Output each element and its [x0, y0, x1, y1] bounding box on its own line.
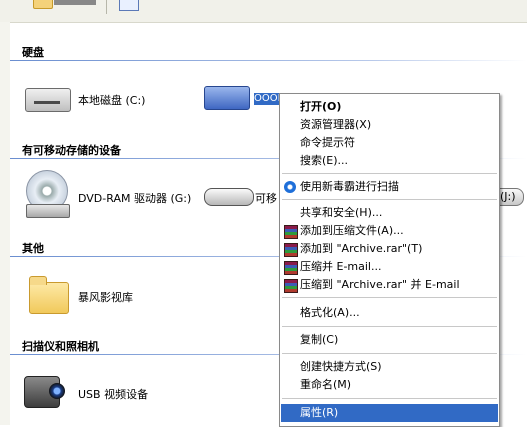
menu-separator [282, 353, 497, 354]
menu-item-label: 格式化(A)... [300, 306, 360, 319]
menu-separator [282, 173, 497, 174]
menu-item-label: 资源管理器(X) [300, 118, 372, 131]
dvd-drive-icon [26, 204, 70, 218]
menu-item-label: 共享和安全(H)... [300, 206, 383, 219]
group-hard-disks: 硬盘 [22, 46, 44, 59]
menu-item-search[interactable]: 搜索(E)... [281, 152, 498, 170]
group-divider [10, 60, 527, 61]
group-scanners: 扫描仪和照相机 [22, 340, 99, 353]
menu-item-label: 命令提示符 [300, 136, 355, 149]
menu-item-explorer[interactable]: 资源管理器(X) [281, 116, 498, 134]
menu-item-label: 添加到 "Archive.rar"(T) [300, 242, 423, 255]
menu-item-add-archive-rar[interactable]: 添加到 "Archive.rar"(T) [281, 240, 498, 258]
group-removable: 有可移动存储的设备 [22, 144, 121, 157]
menu-item-label: 使用新毒霸进行扫描 [300, 180, 399, 193]
menu-item-label: 重命名(M) [300, 378, 352, 391]
menu-item-create-shortcut[interactable]: 创建快捷方式(S) [281, 358, 498, 376]
toolbar-separator [106, 0, 107, 14]
menu-item-cmd[interactable]: 命令提示符 [281, 134, 498, 152]
winrar-icon [284, 243, 298, 257]
drive-label: 可移 [255, 192, 277, 205]
menu-item-label: 搜索(E)... [300, 154, 349, 167]
menu-item-label: 添加到压缩文件(A)... [300, 224, 404, 237]
drive-label: 本地磁盘 (C:) [78, 94, 146, 107]
scan-icon [284, 181, 296, 193]
menu-item-format[interactable]: 格式化(A)... [281, 304, 498, 322]
menu-item-open[interactable]: 打开(O) [281, 98, 498, 116]
webcam-icon[interactable] [24, 376, 65, 408]
menu-item-compress-rar-email[interactable]: 压缩到 "Archive.rar" 并 E-mail [281, 276, 498, 294]
context-menu: 打开(O) 资源管理器(X) 命令提示符 搜索(E)... 使用新毒霸进行扫描 … [279, 93, 500, 427]
menu-item-copy[interactable]: 复制(C) [281, 331, 498, 349]
drive-label: DVD-RAM 驱动器 (G:) [78, 192, 192, 205]
menu-item-rename[interactable]: 重命名(M) [281, 376, 498, 394]
menu-separator [282, 398, 497, 399]
winrar-icon [284, 279, 298, 293]
group-other: 其他 [22, 242, 44, 255]
left-margin [0, 22, 10, 425]
hard-disk-icon[interactable] [25, 88, 71, 112]
menu-item-add-archive[interactable]: 添加到压缩文件(A)... [281, 222, 498, 240]
menu-item-label: 复制(C) [300, 333, 339, 346]
folder-icon[interactable] [33, 0, 96, 9]
folder-icon[interactable] [29, 276, 69, 314]
removable-drive-icon[interactable] [204, 188, 254, 206]
menu-item-label: 压缩到 "Archive.rar" 并 E-mail [300, 278, 460, 291]
toolbar-strip [0, 0, 527, 23]
view-icon[interactable] [119, 0, 139, 11]
winrar-icon [284, 261, 298, 275]
menu-item-scan[interactable]: 使用新毒霸进行扫描 [281, 178, 498, 196]
menu-separator [282, 297, 497, 298]
menu-separator [282, 326, 497, 327]
menu-separator [282, 199, 497, 200]
menu-item-label: 属性(R) [300, 406, 339, 419]
menu-item-label: 创建快捷方式(S) [300, 360, 382, 373]
winrar-icon [284, 225, 298, 239]
item-label: 暴风影视库 [78, 291, 133, 304]
item-label: USB 视频设备 [78, 388, 149, 401]
drive-label: (J:) [500, 190, 516, 203]
menu-item-label: 打开(O) [300, 100, 342, 113]
menu-item-properties[interactable]: 属性(R) [281, 404, 498, 422]
menu-item-sharing[interactable]: 共享和安全(H)... [281, 204, 498, 222]
menu-item-compress-email[interactable]: 压缩并 E-mail... [281, 258, 498, 276]
hard-disk-icon-selected[interactable] [204, 86, 250, 110]
menu-item-label: 压缩并 E-mail... [300, 260, 382, 273]
